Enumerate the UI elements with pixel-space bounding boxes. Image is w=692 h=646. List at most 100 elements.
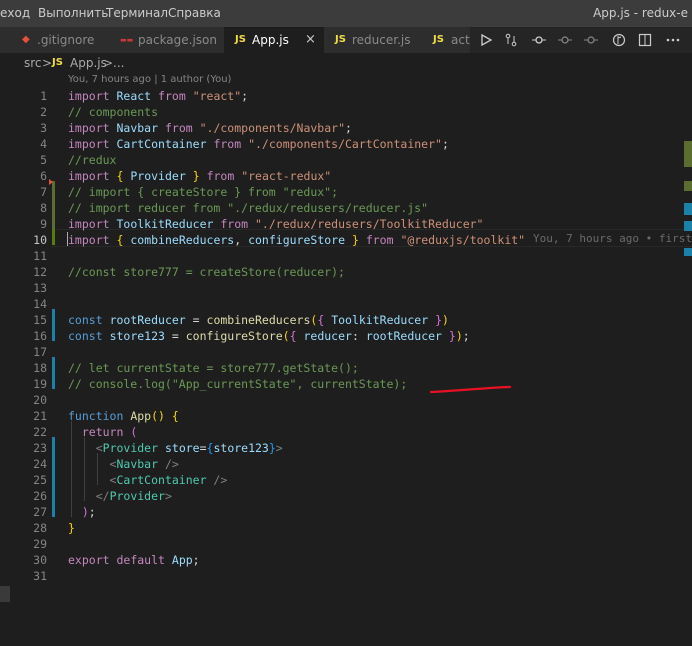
code-editor[interactable]: You, 7 hours ago | 1 author (You) 1 2 3 … <box>0 73 692 646</box>
code-line-3: import Navbar from "./components/Navbar"… <box>68 121 352 135</box>
tab-label: package.json <box>138 33 218 47</box>
code-line-5: //redux <box>68 153 117 167</box>
tab-label: reducer.js <box>352 33 411 47</box>
tab-action[interactable]: JS actio <box>422 27 471 53</box>
red-underline-annotation <box>430 385 512 394</box>
breadcrumb-folder[interactable]: src <box>24 56 42 70</box>
previous-change-icon[interactable] <box>558 33 572 47</box>
code-line-19: // console.log("App_currentState", curre… <box>68 377 408 391</box>
line-number: 27 <box>33 505 47 519</box>
menu-item-run[interactable]: Выполнить <box>38 6 108 20</box>
breadcrumb-file[interactable]: App.js <box>70 56 107 70</box>
code-line-25: <CartContainer /> <box>109 473 228 487</box>
js-icon: JS <box>52 57 63 68</box>
code-line-9: import ToolkitReducer from "./redux/redu… <box>68 217 484 231</box>
line-number: 19 <box>33 377 47 391</box>
gutter-added-marker <box>52 229 55 245</box>
code-line-15: const rootReducer = combineReducers({ To… <box>68 313 449 327</box>
code-line-1: import React from "react"; <box>68 89 249 103</box>
inline-blame: You, 7 hours ago • first <box>533 232 692 245</box>
gutter-modified-marker <box>52 309 55 341</box>
close-icon[interactable]: × <box>305 32 316 47</box>
npm-icon: ▬▬ <box>120 36 134 44</box>
code-line-28: } <box>68 521 75 535</box>
line-number: 3 <box>40 121 47 135</box>
code-line-30: export default App; <box>68 553 200 567</box>
line-number: 18 <box>33 361 47 375</box>
more-actions-icon[interactable] <box>666 33 680 47</box>
js-icon: JS <box>433 34 444 45</box>
code-line-10: import { combineReducers, configureStore… <box>68 233 526 247</box>
overview-ruler-mark <box>684 221 692 231</box>
line-number: 10 <box>33 233 47 247</box>
line-number: 29 <box>33 537 47 551</box>
line-number: 8 <box>40 201 47 215</box>
code-line-12: //const store777 = createStore(reducer); <box>68 265 345 279</box>
js-icon: JS <box>235 34 246 45</box>
breadcrumb-symbols[interactable]: ... <box>113 56 124 70</box>
compare-changes-icon[interactable] <box>504 33 518 47</box>
timeline-icon[interactable] <box>612 33 626 47</box>
line-number: 4 <box>40 137 47 151</box>
code-line-24: <Navbar /> <box>109 457 179 471</box>
breadcrumb-separator: > <box>42 56 53 70</box>
overview-ruler-mark <box>684 181 692 191</box>
line-number: 31 <box>33 569 47 583</box>
line-number: 16 <box>33 329 47 343</box>
window-title: App.js - redux-e <box>593 6 688 20</box>
codelens-blame[interactable]: You, 7 hours ago | 1 author (You) <box>68 74 231 85</box>
line-number: 7 <box>40 185 47 199</box>
tab-app-js[interactable]: JS App.js × <box>224 27 325 53</box>
tab-label: .gitignore <box>37 33 95 47</box>
js-icon: JS <box>335 34 346 45</box>
tab-label: App.js <box>252 33 289 47</box>
menu-item-go[interactable]: еход <box>0 6 30 20</box>
gutter-modified-marker <box>52 357 55 389</box>
line-number: 15 <box>33 313 47 327</box>
code-line-21: function App() { <box>68 409 179 423</box>
line-number: 30 <box>33 553 47 567</box>
breadcrumb-separator: > <box>103 56 114 70</box>
line-number: 14 <box>33 297 47 311</box>
breadcrumb: src > JS App.js > ... <box>0 53 692 73</box>
run-icon[interactable] <box>479 33 493 47</box>
gutter-modified-marker <box>52 181 55 229</box>
menu-bar: еход Выполнить Терминал Справка App.js -… <box>0 0 692 27</box>
code-line-18: // let currentState = store777.getState(… <box>68 361 359 375</box>
line-number: 17 <box>33 345 47 359</box>
tab-label: actio <box>451 33 470 47</box>
line-number: 9 <box>40 217 47 231</box>
menu-item-help[interactable]: Справка <box>168 6 221 20</box>
code-line-6: import { Provider } from "react-redux" <box>68 169 332 183</box>
line-number: 24 <box>33 457 47 471</box>
overview-ruler-mark <box>684 203 692 215</box>
gutter-modified-marker <box>52 437 55 517</box>
code-line-26: </Provider> <box>95 489 172 503</box>
split-editor-icon[interactable] <box>638 33 652 47</box>
scrollbar-thumb[interactable] <box>0 586 10 602</box>
line-number: 12 <box>33 265 47 279</box>
line-number: 21 <box>33 409 47 423</box>
overview-ruler-mark <box>684 248 692 256</box>
code-line-8: // import reducer from "./redux/redusers… <box>68 201 429 215</box>
code-line-23: <Provider store={store123}> <box>95 441 283 455</box>
line-number: 5 <box>40 153 47 167</box>
line-number: 25 <box>33 473 47 487</box>
text-cursor <box>67 232 68 246</box>
line-number: 28 <box>33 521 47 535</box>
code-line-7: // import { createStore } from "redux"; <box>68 185 339 199</box>
overview-ruler-mark <box>684 141 692 167</box>
code-line-16: const store123 = configureStore({ reduce… <box>68 329 470 343</box>
line-number: 20 <box>33 393 47 407</box>
tab-package-json[interactable]: ▬▬ package.json <box>108 27 225 53</box>
editor-actions <box>470 27 692 53</box>
gutter-deleted-marker <box>49 179 53 185</box>
line-number: 26 <box>33 489 47 503</box>
menu-item-terminal[interactable]: Терминал <box>106 6 168 20</box>
line-number: 22 <box>33 425 47 439</box>
tab-gitignore[interactable]: ◆ .gitignore <box>0 27 109 53</box>
next-change-icon[interactable] <box>584 33 598 47</box>
git-commit-icon[interactable] <box>532 33 546 47</box>
line-number: 13 <box>33 281 47 295</box>
tab-reducer-js[interactable]: JS reducer.js <box>324 27 423 53</box>
